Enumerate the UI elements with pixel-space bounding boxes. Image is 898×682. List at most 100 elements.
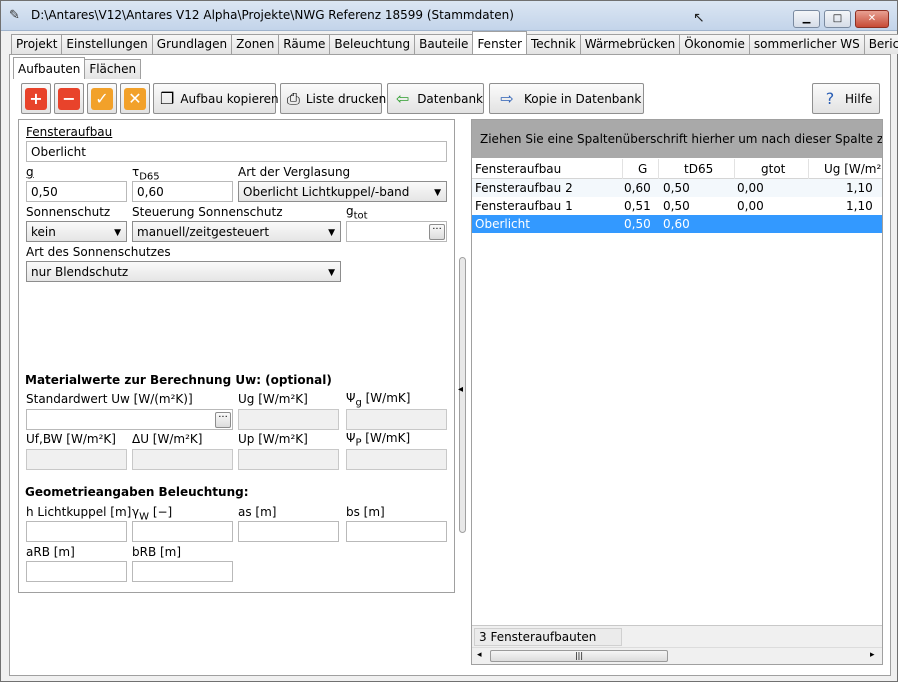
column-header-td65[interactable]: tD65 — [684, 162, 713, 176]
sub-tabs: Aufbauten Flächen — [13, 57, 142, 79]
steuerung-value: manuell/zeitgesteuert — [137, 225, 270, 239]
tab-raeume[interactable]: Räume — [278, 34, 331, 54]
sonnenschutz-select[interactable]: kein ▼ — [26, 221, 127, 242]
ufbw-input[interactable] — [26, 449, 127, 470]
horizontal-scrollbar[interactable]: ◂ ||| ▸ — [472, 647, 882, 664]
scroll-thumb[interactable]: ||| — [490, 650, 668, 662]
as-label: as [m] — [238, 505, 277, 519]
cell-ug: 1,10 — [846, 181, 873, 195]
ug-input[interactable] — [238, 409, 339, 430]
print-list-button[interactable]: ⎙ Liste drucken — [280, 83, 386, 114]
main-tabs: Projekt Einstellungen Grundlagen Zonen R… — [11, 31, 898, 54]
scroll-left-icon[interactable]: ◂ — [477, 650, 482, 660]
cell-name: Fensteraufbau 1 — [475, 199, 573, 213]
title-bar: ✎ D:\Antares\V12\Antares V12 Alpha\Proje… — [1, 1, 897, 31]
database-button[interactable]: ⇦ Datenbank — [387, 83, 484, 114]
up-label: Up [W/m²K] — [238, 432, 308, 446]
tab-projekt[interactable]: Projekt — [11, 34, 63, 54]
fensteraufbau-input[interactable]: Oberlicht — [26, 141, 447, 162]
brb-label: bRB [m] — [132, 545, 182, 559]
minimize-button[interactable]: ▁ — [793, 10, 820, 28]
gtot-calc-button[interactable]: ··· — [429, 224, 445, 240]
help-button[interactable]: ? Hilfe — [812, 83, 880, 114]
art-sonnenschutz-select[interactable]: nur Blendschutz ▼ — [26, 261, 341, 282]
tab-grundlagen[interactable]: Grundlagen — [151, 34, 233, 54]
up-input[interactable] — [238, 449, 339, 470]
chevron-down-icon: ▼ — [328, 268, 335, 278]
database-arrow-icon: ⇦ — [395, 88, 410, 108]
tab-beleuchtung[interactable]: Beleuchtung — [329, 34, 416, 54]
bs-label: bs [m] — [346, 505, 385, 519]
psip-unit: [W/mK] — [361, 431, 411, 445]
gamma-input[interactable] — [132, 521, 233, 542]
arb-input[interactable] — [26, 561, 127, 582]
sonnenschutz-label: Sonnenschutz — [26, 205, 111, 219]
gamma-unit: [−] — [149, 505, 173, 519]
table-row[interactable]: Fensteraufbau 2 0,60 0,50 0,00 1,10 — [472, 179, 882, 197]
gamma-label: γW [−] — [132, 505, 172, 522]
scroll-right-icon[interactable]: ▸ — [870, 650, 875, 660]
copy-document-icon: ❐ — [160, 88, 175, 108]
copy-to-database-button[interactable]: ⇨ Kopie in Datenbank — [489, 83, 644, 114]
splitter-handle[interactable] — [459, 257, 466, 533]
bs-input[interactable] — [346, 521, 447, 542]
verglasung-value: Oberlicht Lichtkuppel/-band — [243, 185, 410, 199]
column-header-ug[interactable]: Ug [W/m² — [824, 162, 881, 176]
column-divider — [808, 159, 809, 179]
cancel-button[interactable]: ✕ — [120, 83, 150, 114]
verglasung-label: Art der Verglasung — [238, 165, 351, 179]
tab-bericht[interactable]: Bericht — [863, 34, 898, 54]
tab-fenster[interactable]: Fenster — [472, 31, 527, 54]
uw-input[interactable] — [26, 409, 233, 430]
uw-calc-button[interactable]: ··· — [215, 412, 231, 428]
confirm-button[interactable]: ✓ — [87, 83, 117, 114]
pane-splitter[interactable]: ◂ — [457, 119, 469, 659]
psip-input[interactable] — [346, 449, 447, 470]
copy-structure-button[interactable]: ❐ Aufbau kopieren — [153, 83, 279, 114]
chevron-down-icon: ▼ — [328, 228, 335, 238]
tab-zonen[interactable]: Zonen — [231, 34, 280, 54]
column-header-fensteraufbau[interactable]: Fensteraufbau — [475, 162, 561, 176]
remove-button[interactable]: − — [54, 83, 84, 114]
subtab-flaechen[interactable]: Flächen — [84, 59, 142, 79]
close-button[interactable]: ✕ — [855, 10, 889, 28]
tab-technik[interactable]: Technik — [525, 34, 581, 54]
column-header-gtot[interactable]: gtot — [761, 162, 785, 176]
tab-oekonomie[interactable]: Ökonomie — [679, 34, 750, 54]
h-lichtkuppel-input[interactable] — [26, 521, 127, 542]
cell-g: 0,50 — [624, 217, 651, 231]
brb-input[interactable] — [132, 561, 233, 582]
tab-waermebruecken[interactable]: Wärmebrücken — [579, 34, 681, 54]
steuerung-label: Steuerung Sonnenschutz — [132, 205, 283, 219]
copy-structure-label: Aufbau kopieren — [180, 91, 279, 106]
g-input[interactable]: 0,50 — [26, 181, 127, 202]
tab-bauteile[interactable]: Bauteile — [414, 34, 474, 54]
ufbw-label: Uf,BW [W/m²K] — [26, 432, 116, 446]
tau-label: τD65 — [132, 165, 160, 182]
verglasung-select[interactable]: Oberlicht Lichtkuppel/-band ▼ — [238, 181, 447, 202]
maximize-button[interactable]: □ — [824, 10, 851, 28]
printer-icon: ⎙ — [287, 88, 300, 108]
subtab-aufbauten[interactable]: Aufbauten — [13, 57, 86, 79]
tab-einstellungen[interactable]: Einstellungen — [61, 34, 153, 54]
h-lichtkuppel-label: h Lichtkuppel [m] — [26, 505, 132, 519]
column-header-g[interactable]: G — [638, 162, 647, 176]
steuerung-select[interactable]: manuell/zeitgesteuert ▼ — [132, 221, 341, 242]
tab-sommerlicher-ws[interactable]: sommerlicher WS — [748, 34, 865, 54]
tau-input[interactable]: 0,60 — [132, 181, 233, 202]
psig-unit: [W/mK] — [361, 391, 411, 405]
chevron-down-icon: ▼ — [114, 228, 121, 238]
material-heading: Materialwerte zur Berechnung Uw: (option… — [25, 373, 332, 387]
group-by-area[interactable]: Ziehen Sie eine Spaltenüberschrift hierh… — [472, 120, 882, 158]
add-button[interactable]: + — [21, 83, 51, 114]
sonnenschutz-value: kein — [31, 225, 56, 239]
chevron-left-icon[interactable]: ◂ — [458, 384, 463, 395]
table-row[interactable]: Fensteraufbau 1 0,51 0,50 0,00 1,10 — [472, 197, 882, 215]
cell-ug: 1,10 — [846, 199, 873, 213]
psig-input[interactable] — [346, 409, 447, 430]
copy-to-database-label: Kopie in Datenbank — [524, 91, 642, 106]
as-input[interactable] — [238, 521, 339, 542]
table-row-selected[interactable]: Oberlicht 0,50 0,60 — [472, 215, 882, 233]
du-input[interactable] — [132, 449, 233, 470]
cell-g: 0,60 — [624, 181, 651, 195]
